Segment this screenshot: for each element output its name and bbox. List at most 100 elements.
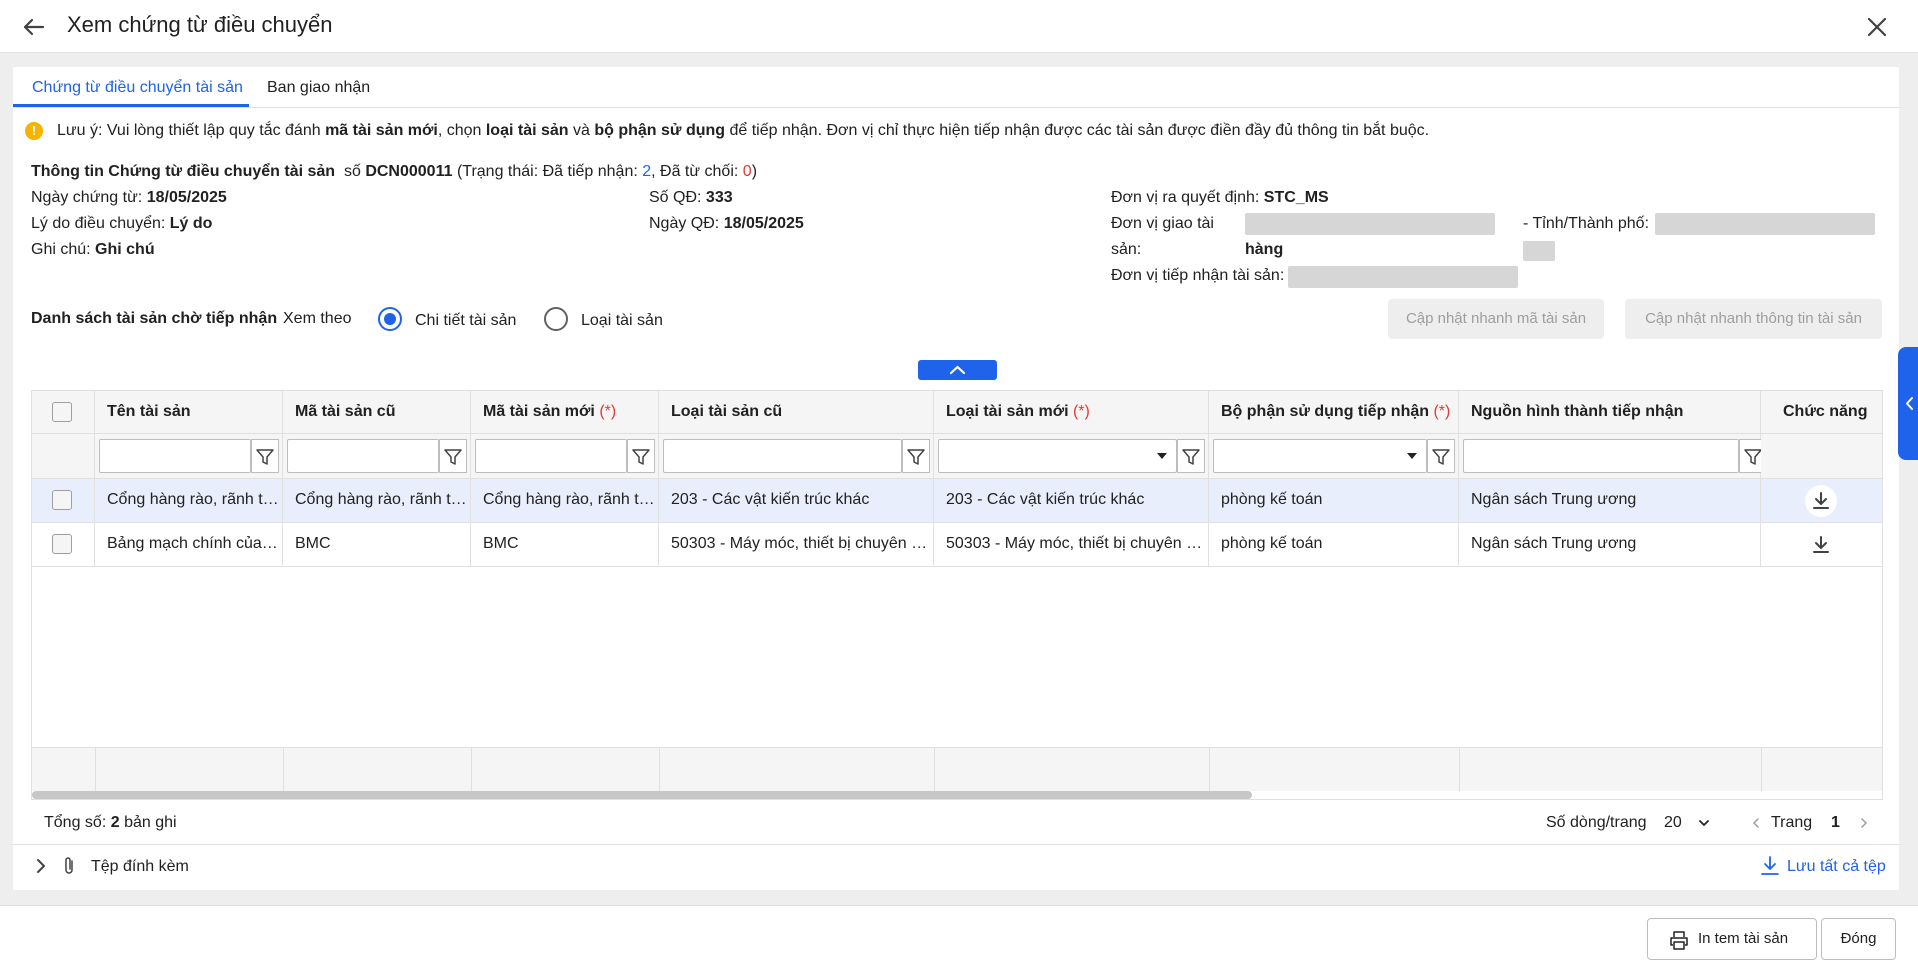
- cell-source: Ngân sách Trung ương: [1459, 523, 1761, 567]
- sending-unit-label-2: sản:: [1111, 241, 1142, 258]
- total-records: Tổng số: 2 bản ghi: [44, 814, 177, 831]
- filter-icon[interactable]: [1177, 439, 1205, 473]
- table-row[interactable]: Cổng hàng rào, rãnh thoát nước Cổng hàng…: [32, 479, 1882, 523]
- row-select-cell: [32, 523, 95, 567]
- col-header-name[interactable]: Tên tài sản: [95, 391, 283, 434]
- cell-new-type[interactable]: 50303 - Máy móc, thiết bị chuyên dùng: [934, 523, 1209, 567]
- cell-old-code: Cổng hàng rào, rãnh thoát nước: [283, 479, 471, 523]
- cell-new-code[interactable]: Cổng hàng rào, rãnh thoát nước: [471, 479, 659, 523]
- col-header-department[interactable]: Bộ phận sử dụng tiếp nhận (*): [1209, 391, 1459, 434]
- tab-bar: Chứng từ điều chuyển tài sản Ban giao nh…: [13, 67, 1899, 108]
- cell-name: Cổng hàng rào, rãnh thoát nước: [95, 479, 283, 523]
- filter-department: [1209, 434, 1459, 479]
- receiving-unit-label: Đơn vị tiếp nhận tài sản:: [1111, 267, 1285, 284]
- header-select-all: [32, 391, 95, 434]
- collapse-button[interactable]: [918, 360, 997, 380]
- download-button[interactable]: [1805, 529, 1837, 561]
- page-label: Trang: [1771, 814, 1813, 831]
- filter-source: [1459, 434, 1767, 479]
- decision-date: Ngày QĐ: 18/05/2025: [649, 215, 804, 232]
- filter-new-type-select[interactable]: [938, 439, 1177, 473]
- paperclip-icon: [65, 857, 73, 874]
- radio-type-label[interactable]: Loại tài sản: [581, 312, 663, 330]
- prev-page-icon[interactable]: [1750, 816, 1762, 830]
- cell-department[interactable]: phòng kế toán: [1209, 523, 1459, 567]
- close-icon[interactable]: [1862, 12, 1892, 42]
- document-info-title: Thông tin Chứng từ điều chuyển tài sản s…: [31, 163, 758, 180]
- col-header-new-code[interactable]: Mã tài sản mới (*): [471, 391, 659, 434]
- asset-grid: Tên tài sản Mã tài sản cũ Mã tài sản mới…: [31, 390, 1883, 800]
- attachments-label[interactable]: Tệp đính kèm: [91, 858, 189, 876]
- chevron-left-icon: [1906, 397, 1913, 410]
- filter-name-input[interactable]: [99, 439, 251, 473]
- chevron-right-icon[interactable]: [34, 857, 48, 875]
- row-checkbox[interactable]: [52, 534, 72, 554]
- download-icon: [1813, 536, 1829, 553]
- filter-new-type: [934, 434, 1209, 479]
- save-all-files-link[interactable]: Lưu tất cả tệp: [1787, 858, 1886, 876]
- quick-update-code-button[interactable]: Cập nhật nhanh mã tài sản: [1388, 299, 1604, 339]
- cell-new-type[interactable]: 203 - Các vật kiến trúc khác: [934, 479, 1209, 523]
- row-checkbox[interactable]: [52, 490, 72, 510]
- chevron-down-icon: [1699, 820, 1709, 827]
- radio-type[interactable]: [544, 307, 568, 331]
- col-header-new-type[interactable]: Loại tài sản mới (*): [934, 391, 1209, 434]
- filter-cell-empty: [32, 434, 95, 479]
- cell-actions: [1761, 523, 1882, 567]
- decision-number: Số QĐ: 333: [649, 189, 733, 206]
- next-page-icon[interactable]: [1858, 816, 1870, 830]
- filter-icon[interactable]: [902, 439, 930, 473]
- filter-cell-empty: [1761, 434, 1882, 479]
- filter-icon[interactable]: [627, 439, 655, 473]
- filter-icon[interactable]: [1427, 439, 1455, 473]
- table-row[interactable]: Bảng mạch chính của máy BMC BMC 50303 - …: [32, 523, 1882, 567]
- col-header-source[interactable]: Nguồn hình thành tiếp nhận: [1459, 391, 1761, 434]
- filter-old-code-input[interactable]: [287, 439, 439, 473]
- tab-transfer-document[interactable]: Chứng từ điều chuyển tài sản: [32, 79, 243, 97]
- horizontal-scrollbar[interactable]: [32, 791, 1252, 799]
- col-header-actions: Chức năng: [1761, 391, 1882, 434]
- warning-icon: !: [25, 122, 43, 140]
- select-all-checkbox[interactable]: [52, 402, 72, 422]
- printer-icon: [1670, 931, 1688, 950]
- redacted-province: [1655, 213, 1875, 235]
- cell-old-type: 50303 - Máy móc, thiết bị chuyên dùng: [659, 523, 934, 567]
- col-header-old-code[interactable]: Mã tài sản cũ: [283, 391, 471, 434]
- print-asset-label-button[interactable]: In tem tài sản: [1647, 918, 1817, 960]
- filter-department-select[interactable]: [1213, 439, 1427, 473]
- back-arrow-icon[interactable]: [18, 12, 48, 42]
- side-panel-toggle[interactable]: [1898, 347, 1918, 460]
- summary-row: [32, 747, 1882, 792]
- cell-old-type: 203 - Các vật kiến trúc khác: [659, 479, 934, 523]
- dialog-header: Xem chứng từ điều chuyển: [0, 0, 1918, 53]
- province-label: - Tỉnh/Thành phố:: [1523, 215, 1650, 232]
- cell-old-code: BMC: [283, 523, 471, 567]
- cell-name: Bảng mạch chính của máy: [95, 523, 283, 567]
- radio-detail[interactable]: [378, 307, 402, 331]
- filter-old-type-input[interactable]: [663, 439, 902, 473]
- received-count: 2: [642, 163, 652, 180]
- filter-old-code: [283, 434, 471, 479]
- dropdown-caret-icon: [1157, 453, 1167, 459]
- close-button[interactable]: Đóng: [1821, 918, 1896, 960]
- cell-department[interactable]: phòng kế toán: [1209, 479, 1459, 523]
- filter-icon[interactable]: [439, 439, 467, 473]
- cell-actions: [1761, 479, 1882, 523]
- rejected-count: 0: [742, 163, 752, 180]
- radio-detail-label[interactable]: Chi tiết tài sản: [415, 312, 516, 330]
- dialog-footer: In tem tài sản Đóng: [0, 905, 1918, 968]
- download-button[interactable]: [1805, 485, 1837, 517]
- rows-per-page-select[interactable]: 20: [1664, 814, 1714, 832]
- quick-update-info-button[interactable]: Cập nhật nhanh thông tin tài sản: [1625, 299, 1882, 339]
- tab-handover-board[interactable]: Ban giao nhận: [267, 79, 370, 97]
- cell-new-code[interactable]: BMC: [471, 523, 659, 567]
- filter-icon[interactable]: [251, 439, 279, 473]
- download-icon[interactable]: [1759, 855, 1781, 877]
- current-page: 1: [1831, 814, 1840, 831]
- document-note: Ghi chú: Ghi chú: [31, 241, 155, 258]
- redacted-province-2: [1523, 241, 1555, 261]
- filter-source-input[interactable]: [1463, 439, 1739, 473]
- col-header-old-type[interactable]: Loại tài sản cũ: [659, 391, 934, 434]
- cell-source: Ngân sách Trung ương: [1459, 479, 1761, 523]
- filter-new-code-input[interactable]: [475, 439, 627, 473]
